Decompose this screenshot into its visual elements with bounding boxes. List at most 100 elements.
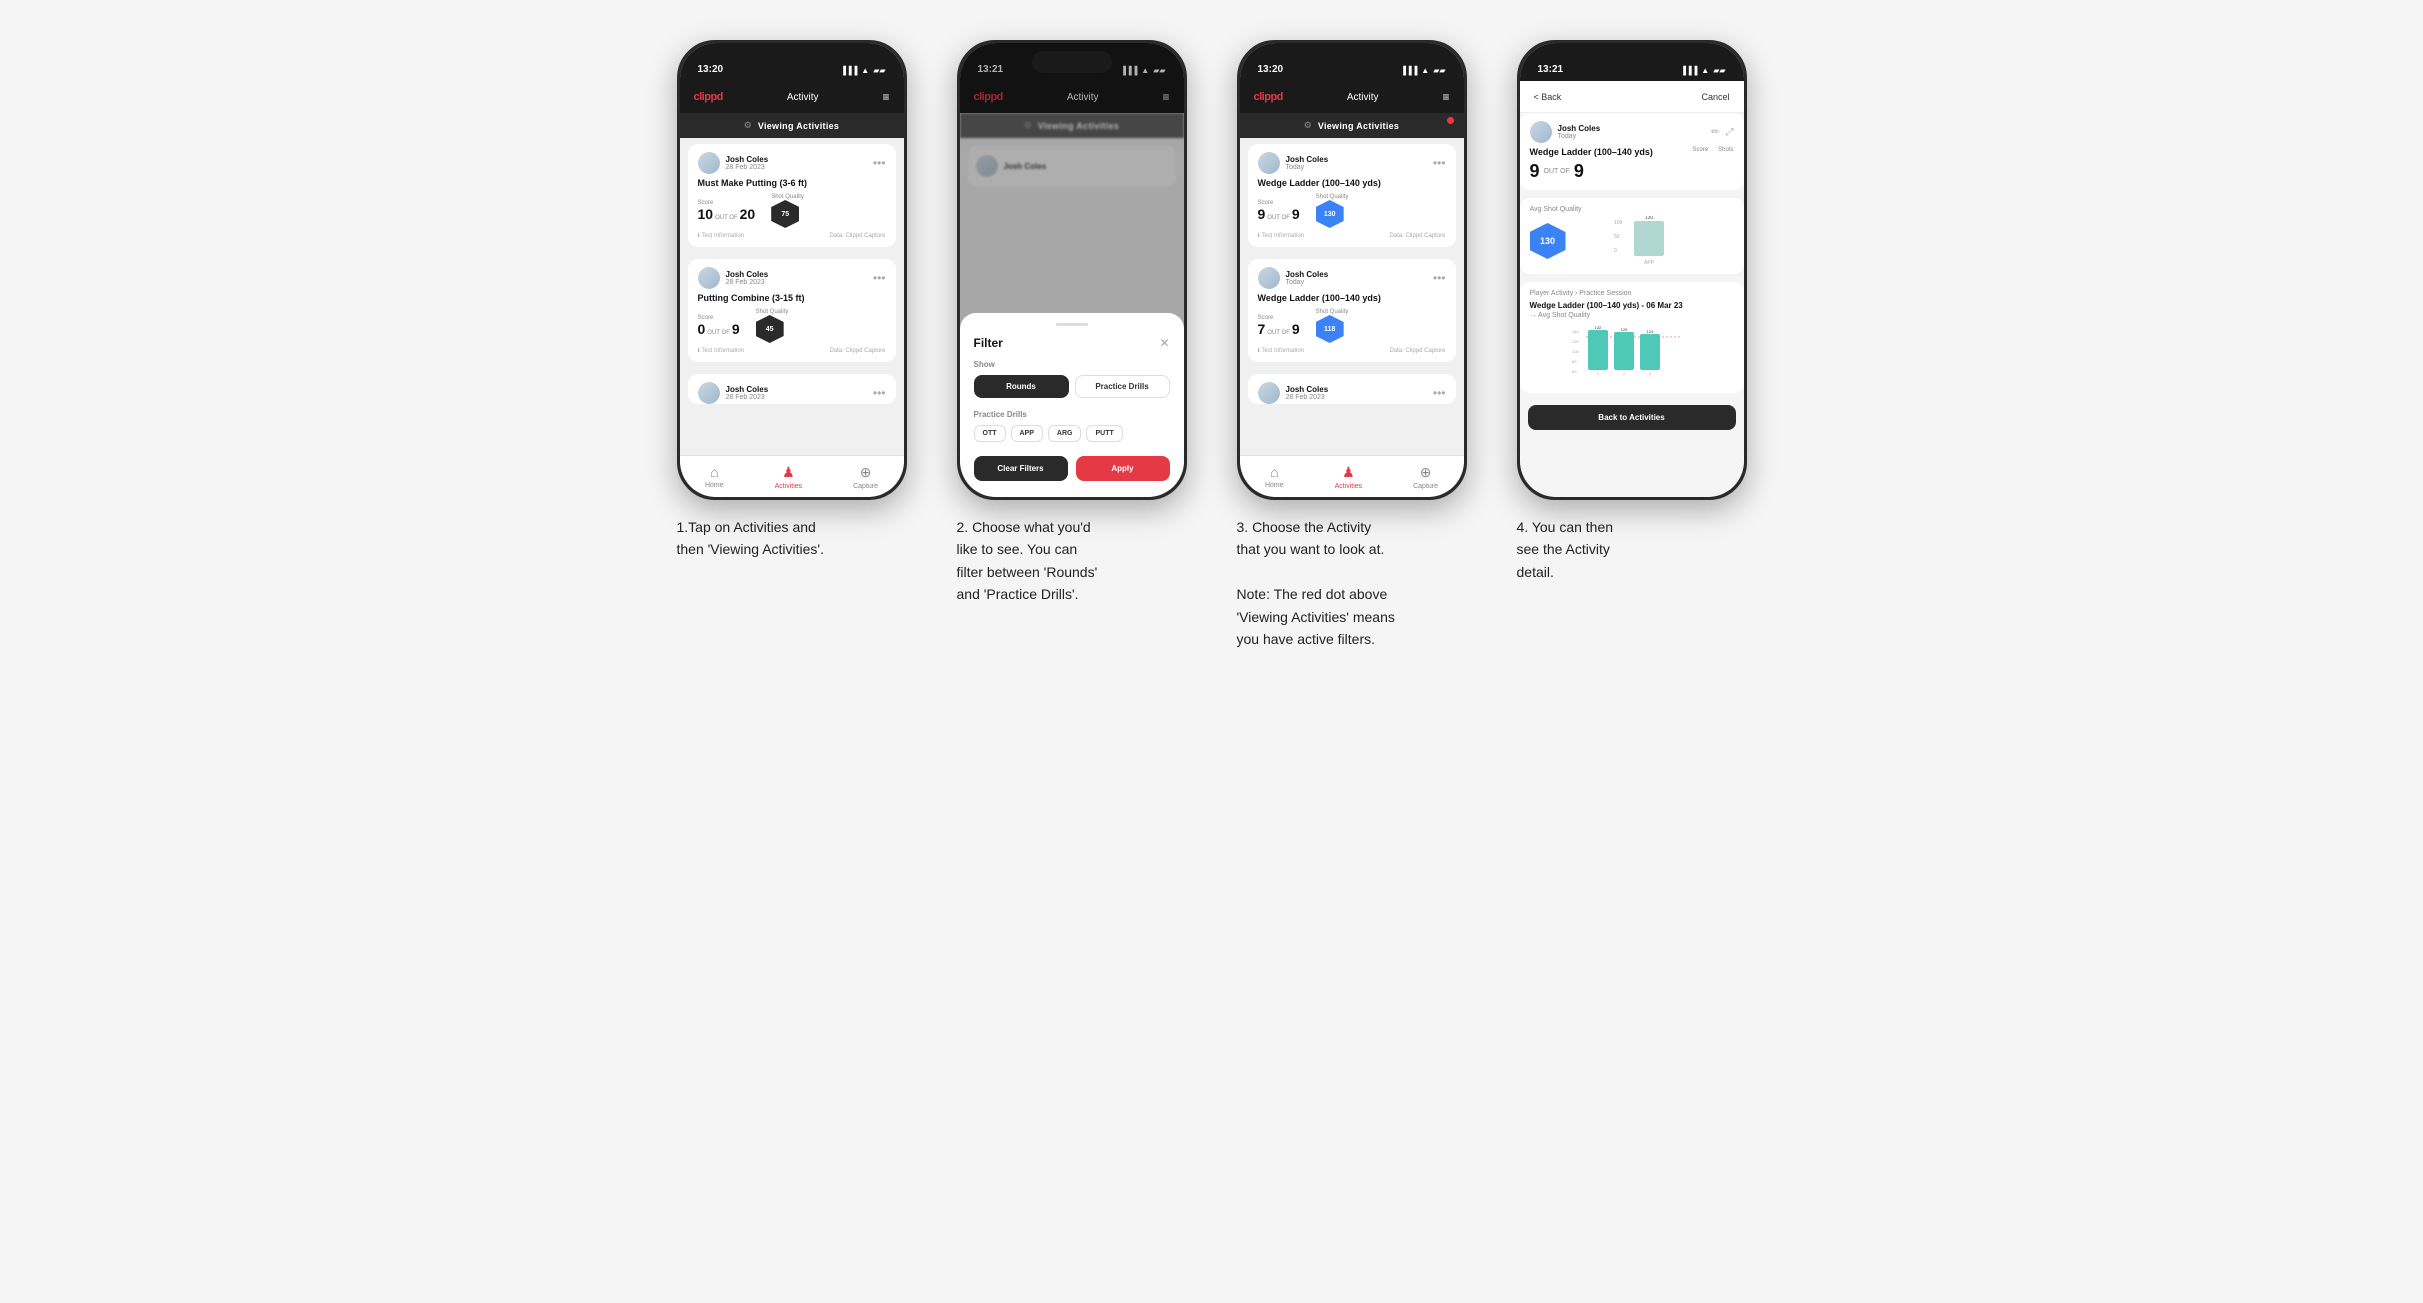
activity-card-1-1[interactable]: Josh Coles 28 Feb 2023 ••• Must Make Put… bbox=[688, 144, 896, 247]
sheet-handle bbox=[1056, 323, 1088, 326]
more-icon-3-3[interactable]: ••• bbox=[1433, 387, 1446, 399]
score-group-3-2: Score 7 OUT OF 9 bbox=[1258, 315, 1300, 337]
capture-label-1: Capture bbox=[853, 483, 878, 490]
activities-label-3: Activities bbox=[1335, 483, 1363, 490]
nav-capture-1[interactable]: ⊕ Capture bbox=[853, 464, 878, 490]
more-icon[interactable]: ••• bbox=[873, 157, 886, 169]
username-3-1: Josh Coles bbox=[1286, 155, 1329, 164]
card-stats-2: Score 0 OUT OF 9 Shot Quality 45 bbox=[698, 309, 886, 343]
viewing-activities-banner-3[interactable]: ⚙ Viewing Activities bbox=[1240, 113, 1464, 138]
detail-out-of: OUT OF bbox=[1544, 168, 1570, 175]
card-footer-2: ℹ Test Information Data: Clippd Capture bbox=[698, 347, 886, 354]
filter-actions: Clear Filters Apply bbox=[974, 456, 1170, 481]
detail-action-icons: ✏ ⤢ bbox=[1711, 127, 1733, 138]
user-info-3-2: Josh Coles Today bbox=[1286, 270, 1329, 286]
filter-icon-1: ⚙ bbox=[744, 120, 752, 131]
drill-tag-app[interactable]: APP bbox=[1011, 425, 1043, 442]
wifi-icon-4: ▲ bbox=[1701, 66, 1709, 75]
score-group-3-1: Score 9 OUT OF 9 bbox=[1258, 200, 1300, 222]
activity-card-3-1[interactable]: Josh Coles Today ••• Wedge Ladder (100–1… bbox=[1248, 144, 1456, 247]
nav-activities-1[interactable]: ♟ Activities bbox=[775, 464, 803, 490]
card-header-3-1: Josh Coles Today ••• bbox=[1258, 152, 1446, 174]
phone-2: 13:21 ▐▐▐ ▲ ▰▰ clippd Activity ≡ ⚙ bbox=[957, 40, 1187, 500]
viewing-activities-banner-1[interactable]: ⚙ Viewing Activities bbox=[680, 113, 904, 138]
out-of-3-2: OUT OF bbox=[1267, 330, 1290, 336]
score-value-3-1: 9 bbox=[1258, 206, 1266, 222]
out-of-3-1: OUT OF bbox=[1267, 215, 1290, 221]
clear-filters-btn[interactable]: Clear Filters bbox=[974, 456, 1068, 481]
more-icon-3-2[interactable]: ••• bbox=[1433, 272, 1446, 284]
home-icon-1: ⌂ bbox=[710, 464, 718, 480]
more-icon-3-1[interactable]: ••• bbox=[1433, 157, 1446, 169]
avg-quality-row: 130 100 50 0 130 bbox=[1530, 216, 1734, 266]
detail-user-row: Josh Coles Today bbox=[1530, 121, 1601, 143]
activities-icon-3: ♟ bbox=[1342, 464, 1355, 481]
drill-tag-putt[interactable]: PUTT bbox=[1086, 425, 1122, 442]
card-header-3-2: Josh Coles Today ••• bbox=[1258, 267, 1446, 289]
score-value: 10 bbox=[698, 206, 714, 222]
detail-username: Josh Coles bbox=[1558, 124, 1601, 133]
card-date-3: 28 Feb 2023 bbox=[726, 394, 769, 401]
menu-icon-3[interactable]: ≡ bbox=[1442, 90, 1449, 104]
out-of: OUT OF bbox=[715, 215, 738, 221]
drill-tag-ott[interactable]: OTT bbox=[974, 425, 1006, 442]
capture-icon-3: ⊕ bbox=[1420, 464, 1432, 481]
apply-btn[interactable]: Apply bbox=[1076, 456, 1170, 481]
menu-icon-1[interactable]: ≡ bbox=[882, 90, 889, 104]
red-dot-3 bbox=[1447, 117, 1454, 124]
shots-value-3-2: 9 bbox=[1292, 321, 1300, 337]
score-value-3-2: 7 bbox=[1258, 321, 1266, 337]
more-icon-3[interactable]: ••• bbox=[873, 387, 886, 399]
rounds-filter-btn[interactable]: Rounds bbox=[974, 375, 1069, 398]
user-info-3-3: Josh Coles 28 Feb 2023 bbox=[1286, 385, 1329, 401]
filter-modal-overlay: Filter ✕ Show Rounds Practice Drills Pra… bbox=[960, 113, 1184, 497]
svg-text:100: 100 bbox=[1614, 220, 1623, 226]
detail-content: Josh Coles Today ✏ ⤢ bbox=[1520, 113, 1744, 497]
more-icon-2[interactable]: ••• bbox=[873, 272, 886, 284]
ps-title: Wedge Ladder (100–140 yds) - 06 Mar 23 bbox=[1530, 301, 1734, 310]
card-user-2: Josh Coles 28 Feb 2023 bbox=[698, 267, 769, 289]
svg-text:124: 124 bbox=[1646, 329, 1653, 334]
nav-capture-3[interactable]: ⊕ Capture bbox=[1413, 464, 1438, 490]
practice-drills-filter-btn[interactable]: Practice Drills bbox=[1075, 375, 1170, 398]
phone-4: 13:21 ▐▐▐ ▲ ▰▰ < Back Cancel bbox=[1517, 40, 1747, 500]
test-info-3-1: ℹ Test Information bbox=[1258, 232, 1305, 239]
activity-card-3-2[interactable]: Josh Coles Today ••• Wedge Ladder (100–1… bbox=[1248, 259, 1456, 362]
back-btn-container: Back to Activities bbox=[1528, 405, 1736, 430]
activity-card-1-2[interactable]: Josh Coles 28 Feb 2023 ••• Putting Combi… bbox=[688, 259, 896, 362]
expand-icon[interactable]: ⤢ bbox=[1726, 127, 1734, 138]
phone-2-screen: 13:21 ▐▐▐ ▲ ▰▰ clippd Activity ≡ ⚙ bbox=[960, 43, 1184, 497]
detail-user-card: Josh Coles Today ✏ ⤢ bbox=[1520, 113, 1744, 190]
notch-3 bbox=[1312, 51, 1392, 73]
activity-card-1-3[interactable]: Josh Coles 28 Feb 2023 ••• bbox=[688, 374, 896, 404]
card-header-3: Josh Coles 28 Feb 2023 ••• bbox=[698, 382, 886, 404]
avatar-3 bbox=[698, 382, 720, 404]
status-icons-1: ▐▐▐ ▲ ▰▰ bbox=[840, 66, 885, 75]
data-source-3-1: Data: Clippd Capture bbox=[1389, 232, 1445, 239]
back-to-activities-btn[interactable]: Back to Activities bbox=[1528, 405, 1736, 430]
card-user: Josh Coles 28 Feb 2023 bbox=[698, 152, 769, 174]
status-time-4: 13:21 bbox=[1538, 64, 1564, 75]
svg-text:3: 3 bbox=[1648, 371, 1651, 376]
drill-detail-title: Wedge Ladder (100–140 yds) bbox=[1530, 147, 1653, 157]
banner-text-1: Viewing Activities bbox=[758, 121, 839, 131]
edit-icon[interactable]: ✏ bbox=[1711, 127, 1719, 138]
avg-quality-label: Avg Shot Quality bbox=[1530, 206, 1734, 213]
svg-text:60: 60 bbox=[1572, 369, 1577, 374]
practice-drills-label: Practice Drills bbox=[974, 410, 1170, 419]
avatar-1 bbox=[698, 152, 720, 174]
activities-label-1: Activities bbox=[775, 483, 803, 490]
nav-activities-3[interactable]: ♟ Activities bbox=[1335, 464, 1363, 490]
detail-score-label: Score bbox=[1692, 147, 1708, 153]
close-icon[interactable]: ✕ bbox=[1159, 336, 1169, 350]
phone-column-4: 13:21 ▐▐▐ ▲ ▰▰ < Back Cancel bbox=[1507, 40, 1757, 583]
nav-home-3[interactable]: ⌂ Home bbox=[1265, 464, 1284, 489]
detail-score-group: Score bbox=[1692, 147, 1708, 153]
activity-card-3-3[interactable]: Josh Coles 28 Feb 2023 ••• bbox=[1248, 374, 1456, 404]
cancel-button[interactable]: Cancel bbox=[1701, 92, 1729, 102]
nav-home-1[interactable]: ⌂ Home bbox=[705, 464, 724, 489]
svg-text:50: 50 bbox=[1614, 234, 1620, 240]
drill-tag-arg[interactable]: ARG bbox=[1048, 425, 1082, 442]
back-button[interactable]: < Back bbox=[1534, 92, 1562, 102]
clippd-logo-1: clippd bbox=[694, 91, 723, 103]
